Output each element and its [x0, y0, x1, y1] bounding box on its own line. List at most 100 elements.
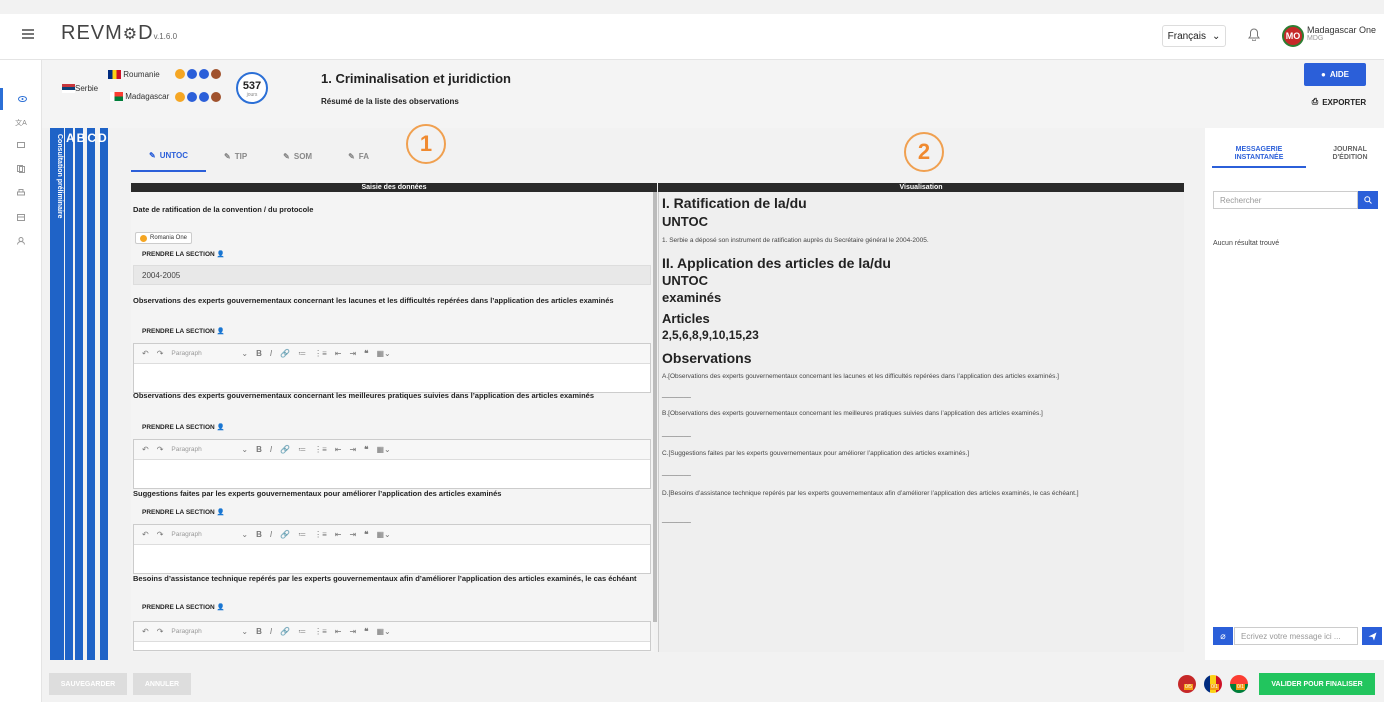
link-icon[interactable]: 🔗 [280, 349, 290, 358]
page-title: 1. Criminalisation et juridiction [321, 71, 511, 86]
chevron-down-icon[interactable]: ⌄ [241, 445, 248, 454]
menu-icon[interactable] [22, 29, 34, 41]
link-icon[interactable]: 🔗 [280, 445, 290, 454]
undo-icon[interactable]: ↶ [142, 627, 149, 636]
bullet-list-icon[interactable]: ≔ [298, 349, 306, 358]
take-section-button[interactable]: PRENDRE LA SECTION 👤 [142, 508, 225, 517]
outdent-icon[interactable]: ⇤ [335, 627, 342, 636]
editor-toolbar: ↶ ↷ Paragraph ⌄ B I 🔗 ≔ ⋮≡ ⇤ ⇥ ❝ ▦⌄ [134, 344, 650, 364]
sidebar-item-translate-icon[interactable]: 文A [0, 112, 42, 134]
link-icon[interactable]: 🔗 [280, 627, 290, 636]
pencil-icon: ✎ [149, 150, 156, 160]
chevron-down-icon[interactable]: ⌄ [241, 627, 248, 636]
quote-icon[interactable]: ❝ [364, 349, 368, 358]
search-button[interactable] [1358, 191, 1378, 209]
bullet-list-icon[interactable]: ≔ [298, 445, 306, 454]
indent-icon[interactable]: ⇥ [349, 349, 356, 358]
q2-editor[interactable]: ↶ ↷ Paragraph ⌄ B I 🔗 ≔ ⋮≡ ⇤ ⇥ ❝ ▦⌄ [133, 439, 651, 489]
send-button[interactable] [1362, 627, 1382, 645]
italic-icon[interactable]: I [270, 627, 272, 636]
indent-icon[interactable]: ⇥ [349, 530, 356, 539]
undo-icon[interactable]: ↶ [142, 349, 149, 358]
paragraph-select[interactable]: Paragraph [171, 531, 233, 538]
redo-icon[interactable]: ↷ [157, 530, 164, 539]
tab-journal[interactable]: JOURNAL D'ÉDITION [1318, 146, 1382, 162]
quote-icon[interactable]: ❝ [364, 530, 368, 539]
serbia-flag-icon [62, 84, 75, 94]
tab-tip[interactable]: ✎ TIP [206, 140, 265, 172]
language-select[interactable]: Français ⌄ [1162, 25, 1226, 47]
outdent-icon[interactable]: ⇤ [335, 349, 342, 358]
bold-icon[interactable]: B [256, 445, 262, 454]
paragraph-select[interactable]: Paragraph [171, 446, 233, 453]
take-section-button[interactable]: PRENDRE LA SECTION 👤 [142, 423, 225, 432]
ratification-date-field[interactable]: 2004-2005 [133, 265, 651, 285]
take-section-button[interactable]: PRENDRE LA SECTION 👤 [142, 603, 225, 612]
outdent-icon[interactable]: ⇤ [335, 445, 342, 454]
bar-b[interactable] [75, 128, 83, 660]
tab-fa[interactable]: ✎ FA [330, 140, 387, 172]
quote-icon[interactable]: ❝ [364, 627, 368, 636]
take-section-button[interactable]: PRENDRE LA SECTION 👤 [142, 327, 225, 336]
paragraph-select[interactable]: Paragraph [171, 628, 233, 635]
table-icon[interactable]: ▦⌄ [376, 530, 390, 539]
export-button[interactable]: ⎙ EXPORTER [1304, 92, 1374, 112]
numbered-list-icon[interactable]: ⋮≡ [314, 349, 327, 358]
preview-heading-2c: examinés [662, 290, 722, 305]
redo-icon[interactable]: ↷ [157, 349, 164, 358]
tab-messagerie[interactable]: MESSAGERIE INSTANTANÉE [1212, 146, 1306, 168]
bold-icon[interactable]: B [256, 530, 262, 539]
indent-icon[interactable]: ⇥ [349, 627, 356, 636]
chat-search-input[interactable]: Rechercher [1213, 191, 1358, 209]
chevron-down-icon[interactable]: ⌄ [241, 349, 248, 358]
take-section-button[interactable]: PRENDRE LA SECTION 👤 [142, 250, 225, 259]
sidebar-item-printer-icon[interactable] [0, 182, 42, 204]
redo-icon[interactable]: ↷ [157, 445, 164, 454]
numbered-list-icon[interactable]: ⋮≡ [314, 627, 327, 636]
italic-icon[interactable]: I [270, 349, 272, 358]
sidebar-item-monitor-icon[interactable] [0, 134, 42, 156]
user-name[interactable]: Madagascar One MDG [1307, 25, 1376, 42]
save-button[interactable]: SAUVEGARDER [49, 673, 127, 695]
aide-button[interactable]: ● AIDE [1304, 63, 1366, 86]
quote-icon[interactable]: ❝ [364, 445, 368, 454]
q1-editor[interactable]: ↶ ↷ Paragraph ⌄ B I 🔗 ≔ ⋮≡ ⇤ ⇥ ❝ ▦⌄ [133, 343, 651, 393]
outdent-icon[interactable]: ⇤ [335, 530, 342, 539]
sidebar-item-mail-icon[interactable] [0, 206, 42, 228]
italic-icon[interactable]: I [270, 445, 272, 454]
numbered-list-icon[interactable]: ⋮≡ [314, 445, 327, 454]
sidebar-item-docs-icon[interactable] [0, 158, 42, 180]
sidebar-item-eye-icon[interactable] [0, 88, 42, 110]
numbered-list-icon[interactable]: ⋮≡ [314, 530, 327, 539]
bell-icon[interactable] [1248, 28, 1260, 46]
validate-button[interactable]: VALIDER POUR FINALISER [1259, 673, 1375, 695]
cancel-button[interactable]: ANNULER [133, 673, 191, 695]
message-input[interactable]: Ecrivez votre message ici ... [1234, 627, 1358, 645]
chevron-down-icon[interactable]: ⌄ [241, 530, 248, 539]
q4-editor[interactable]: ↶ ↷ Paragraph ⌄ B I 🔗 ≔ ⋮≡ ⇤ ⇥ ❝ ▦⌄ [133, 621, 651, 651]
attach-button[interactable]: ⌀ [1213, 627, 1233, 645]
scrollbar[interactable] [653, 192, 657, 622]
table-icon[interactable]: ▦⌄ [376, 349, 390, 358]
bold-icon[interactable]: B [256, 349, 262, 358]
bar-a[interactable] [65, 128, 73, 660]
bold-icon[interactable]: B [256, 627, 262, 636]
sidebar-item-user-icon[interactable] [0, 230, 42, 252]
q3-editor[interactable]: ↶ ↷ Paragraph ⌄ B I 🔗 ≔ ⋮≡ ⇤ ⇥ ❝ ▦⌄ [133, 524, 651, 574]
bullet-list-icon[interactable]: ≔ [298, 627, 306, 636]
indent-icon[interactable]: ⇥ [349, 445, 356, 454]
paragraph-select[interactable]: Paragraph [171, 350, 233, 357]
bar-c[interactable] [87, 128, 95, 660]
tab-som[interactable]: ✎ SOM [265, 140, 330, 172]
bullet-list-icon[interactable]: ≔ [298, 530, 306, 539]
bar-d[interactable] [100, 128, 108, 660]
undo-icon[interactable]: ↶ [142, 445, 149, 454]
undo-icon[interactable]: ↶ [142, 530, 149, 539]
link-icon[interactable]: 🔗 [280, 530, 290, 539]
table-icon[interactable]: ▦⌄ [376, 627, 390, 636]
tab-untoc[interactable]: ✎ UNTOC [131, 140, 206, 172]
table-icon[interactable]: ▦⌄ [376, 445, 390, 454]
italic-icon[interactable]: I [270, 530, 272, 539]
avatar[interactable]: MO [1282, 25, 1304, 47]
redo-icon[interactable]: ↷ [157, 627, 164, 636]
